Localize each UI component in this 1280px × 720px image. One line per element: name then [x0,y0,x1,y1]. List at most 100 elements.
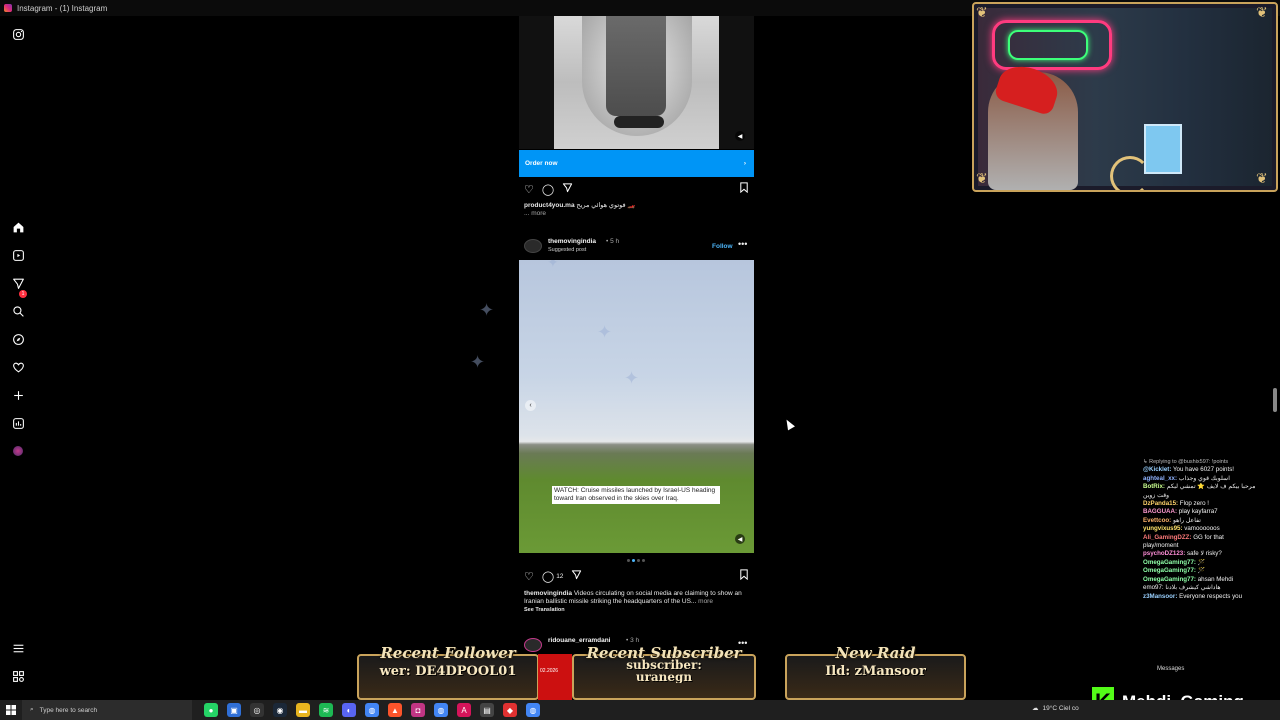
panel-value: wer: DE4DPOOL01 [379,664,517,679]
instagram-app-icon [4,4,12,12]
cloud-icon: ☁ [1032,705,1039,712]
threads-icon[interactable] [10,668,26,684]
profile-icon[interactable] [10,443,26,459]
stream-chat: ↳ Replying to @bushix597: !points @Kickl… [1143,458,1279,688]
chat-message: psychoDZ123: safe لا risky? [1143,550,1222,558]
app-icon[interactable]: ▣ [227,703,241,717]
see-translation-link[interactable]: See Translation [524,607,565,613]
brave-icon[interactable]: ▲ [388,703,402,717]
more-options-icon[interactable]: ••• [738,239,747,249]
chat-message: play/moment [1143,542,1179,550]
avatar[interactable] [524,239,542,253]
caption-username[interactable]: themovingindia [524,590,572,597]
windows-start-icon[interactable] [0,700,22,720]
chrome-icon[interactable]: ◍ [526,703,540,717]
chat-message: z3Mansoor: Everyone respects you [1143,592,1243,600]
follow-button[interactable]: Follow [712,243,733,250]
caption-username[interactable]: product4you.ma [524,202,575,209]
taskbar-search[interactable]: ⌕ Type here to search [22,700,192,720]
post-caption: themovingindia Videos circulating on soc… [524,590,752,614]
share-icon[interactable] [562,182,573,196]
red-strip: 02.2026 [538,654,572,700]
neon-sign [1008,30,1088,60]
taskbar-search-placeholder: Type here to search [39,706,98,714]
like-icon[interactable]: ♡ [524,570,534,583]
mute-icon[interactable]: ◀ [735,534,745,544]
share-icon[interactable] [571,569,582,583]
spotify-icon[interactable]: ≋ [319,703,333,717]
left-nav: 1 [0,16,36,706]
person-legs [606,16,666,116]
chrome-icon[interactable]: ◍ [365,703,379,717]
taskbar: ⌕ Type here to search ● ▣ ◎ ◉ ▬ ≋ ◐ ◍ ▲ … [0,700,1280,720]
more-link[interactable]: ... more [524,210,546,217]
dashboard-icon[interactable] [10,415,26,431]
app-icon[interactable]: ▤ [480,703,494,717]
chat-message: وقت زوين [1143,491,1170,499]
ornament-icon: ❦ [1256,170,1268,186]
chat-message: Ali_GamingDZZ: GG for that [1143,533,1224,541]
mouse-cursor [783,417,795,431]
steam-icon[interactable]: ◉ [273,703,287,717]
post-username[interactable]: themovingindia [548,238,596,245]
order-now-button[interactable]: Order now › [519,150,754,177]
discord-icon[interactable]: ◐ [342,703,356,717]
instagram-taskbar-icon[interactable]: ◘ [411,703,425,717]
caption-text: فوتوي هوائي مريح 🏎️ [576,202,636,209]
notifications-icon[interactable] [10,359,26,375]
butterfly-decoration: ✦ [470,352,486,372]
search-icon: ⌕ [30,706,34,713]
butterfly-decoration: ✦ [479,300,495,320]
bookmark-icon[interactable] [739,182,749,196]
chat-message: OmegaGaming77: 🪄 [1143,558,1206,566]
messages-badge: 1 [19,290,27,298]
post-media[interactable]: ◀ [519,16,754,149]
weather-text: 19°C Ciel co [1042,704,1079,712]
app-icon[interactable]: ◎ [250,703,264,717]
like-icon[interactable]: ♡ [524,183,534,196]
order-now-label: Order now [525,160,558,167]
app-icon[interactable]: ◆ [503,703,517,717]
ornament-icon: ❦ [976,4,988,20]
ornament-icon: ❦ [976,170,988,186]
ornament-icon: ❦ [1256,4,1268,20]
chat-message: OmegaGaming77: ahsan Mehdi [1143,575,1234,583]
explore-icon[interactable] [10,331,26,347]
video-overlay-caption: WATCH: Cruise missiles launched by Israe… [552,486,720,504]
instagram-icon[interactable] [10,26,26,42]
scrollbar[interactable] [1273,388,1277,412]
create-icon[interactable] [10,387,26,403]
post-username[interactable]: ridouane_erramdani [548,637,611,644]
box-light [1144,124,1182,174]
menu-icon[interactable] [10,640,26,656]
home-icon[interactable] [10,219,26,235]
window-title: Instagram - (1) Instagram [17,3,108,13]
carousel-prev-icon[interactable]: ‹ [525,400,536,411]
post-media[interactable]: ✦ ✦ ✦ ‹ WATCH: Cruise missiles launched … [519,260,754,553]
mute-icon[interactable]: ◀ [735,131,745,141]
chat-message: aghteal_xx: اسلوبك قوي وجذاب [1143,474,1230,482]
bookmark-icon[interactable] [739,569,749,583]
comment-icon[interactable]: ◯ [542,570,554,583]
chat-message: Evettcoo: تفاعل راهو [1143,516,1201,524]
recent-subscriber-panel: Recent Subscriber subscriber: uranegn [572,644,756,700]
webcam-overlay: ❦ ❦ ❦ ❦ [972,2,1278,192]
taskbar-apps: ● ▣ ◎ ◉ ▬ ≋ ◐ ◍ ▲ ◘ ◍ A ▤ ◆ ◍ [204,703,540,717]
reels-icon[interactable] [10,247,26,263]
more-link[interactable]: more [698,598,713,605]
recent-follower-panel: Recent Follower wer: DE4DPOOL01 [357,644,539,700]
messages-icon[interactable] [10,275,26,291]
weather-widget[interactable]: ☁ 19°C Ciel co [1032,704,1079,713]
whatsapp-icon[interactable]: ● [204,703,218,717]
chrome-icon[interactable]: ◍ [434,703,448,717]
panel-title: New Raid [835,644,916,662]
suggested-label: Suggested post [548,247,587,253]
search-icon[interactable] [10,303,26,319]
comment-icon[interactable]: ◯ [542,183,554,196]
file-explorer-icon[interactable]: ▬ [296,703,310,717]
post-header: themovingindia • 5 h Suggested post Foll… [524,237,752,255]
post-actions: ♡ ◯ [524,182,749,196]
butterfly-decoration: ✦ [624,368,640,388]
product-photo [554,16,719,149]
app-icon[interactable]: A [457,703,471,717]
